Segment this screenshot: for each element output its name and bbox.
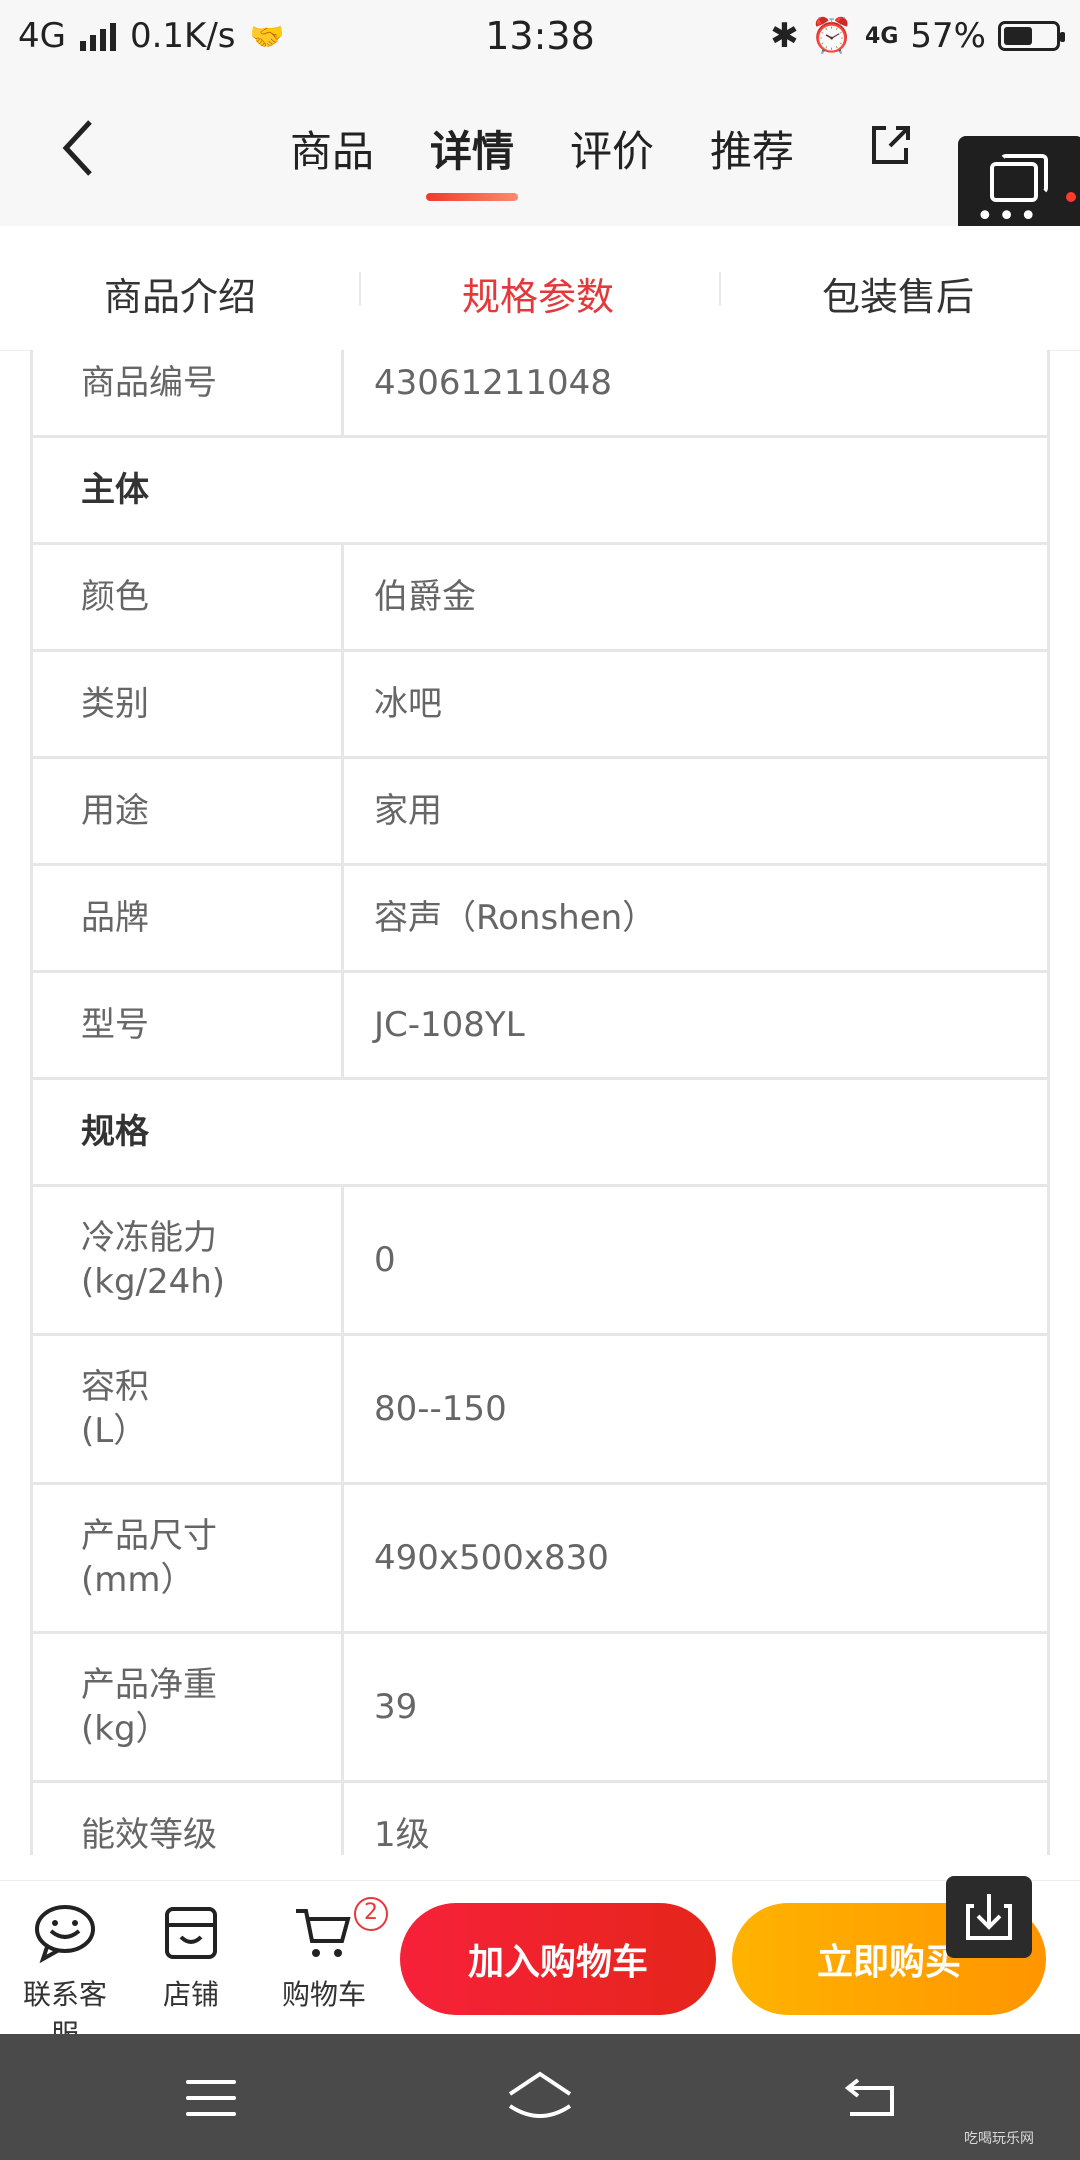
- spec-key-line1: 产品净重: [81, 1665, 217, 1705]
- spec-value: JC-108YL: [341, 970, 1050, 1080]
- tab-recommend[interactable]: 推荐: [710, 118, 794, 179]
- windows-icon-front: [990, 162, 1038, 202]
- table-row: 冷冻能力 (kg/24h) 0: [30, 1184, 1050, 1336]
- tab-detail[interactable]: 详情: [426, 118, 519, 201]
- spec-value: 39: [341, 1631, 1050, 1783]
- spec-value: 伯爵金: [341, 542, 1050, 652]
- spec-value: 冰吧: [341, 649, 1050, 759]
- tab-reviews[interactable]: 评价: [570, 118, 654, 179]
- tab-product[interactable]: 商品: [290, 118, 374, 179]
- table-row: 类别 冰吧: [30, 649, 1050, 759]
- spec-key: 用途: [30, 756, 344, 866]
- spec-value: 0: [341, 1184, 1050, 1336]
- spec-group-label: 主体: [30, 435, 1050, 545]
- spec-value: 家用: [341, 756, 1050, 866]
- spec-key: 冷冻能力 (kg/24h): [30, 1184, 344, 1336]
- status-bar: 4G 0.1K/s 🤝 13:38 ✱ ⏰ 4G 57%: [0, 0, 1080, 76]
- spec-key-line1: 产品尺寸: [81, 1516, 217, 1556]
- table-row: 产品净重 (kg） 39: [30, 1631, 1050, 1783]
- battery-icon: [998, 21, 1065, 51]
- store-button[interactable]: 店铺: [146, 1903, 236, 2013]
- bluetooth-icon: ✱: [770, 16, 799, 56]
- add-to-cart-button[interactable]: 加入购物车: [400, 1903, 716, 2015]
- contact-service-button[interactable]: 联系客服: [10, 1903, 120, 2053]
- sub-tabs: 商品介绍 规格参数 包装售后: [0, 226, 1080, 351]
- spec-value: 490x500x830: [341, 1482, 1050, 1634]
- table-row: 颜色 伯爵金: [30, 542, 1050, 652]
- system-back-icon[interactable]: [842, 2074, 898, 2120]
- table-row: 容积 (L） 80--150: [30, 1333, 1050, 1485]
- store-icon: [159, 1903, 223, 1963]
- table-row: 商品编号 43061211048: [30, 350, 1050, 438]
- chat-bubble-icon: [33, 1903, 97, 1964]
- network-type-2: 4G: [865, 23, 899, 49]
- battery-percent: 57%: [910, 16, 986, 56]
- table-row: 品牌 容声（Ronshen）: [30, 863, 1050, 973]
- download-icon: [966, 1894, 1012, 1940]
- spec-table: 商品编号 43061211048 主体 颜色 伯爵金 类别 冰吧 用途 家用 品…: [30, 350, 1050, 1855]
- subtab-after-sales[interactable]: 包装售后: [822, 266, 974, 321]
- spec-key-line2: (kg/24h): [81, 1262, 226, 1302]
- menu-icon[interactable]: [186, 2080, 236, 2128]
- spec-key: 商品编号: [30, 350, 344, 438]
- bottom-action-bar: 联系客服 店铺 2 购物车 加入购物车 立即购买: [0, 1880, 1080, 2051]
- divider: [359, 272, 361, 306]
- spec-key: 产品尺寸 (mm）: [30, 1482, 344, 1634]
- cart-count-badge: 2: [354, 1897, 388, 1931]
- spec-value: 80--150: [341, 1333, 1050, 1485]
- top-tabs: 商品 详情 评价 推荐: [290, 118, 794, 201]
- back-icon[interactable]: [58, 116, 98, 196]
- cart-label: 购物车: [281, 1978, 366, 2011]
- spec-value: 容声（Ronshen）: [341, 863, 1050, 973]
- home-icon[interactable]: [506, 2070, 574, 2124]
- cart-button[interactable]: 2 购物车: [274, 1897, 388, 2013]
- spec-group-label: 规格: [30, 1077, 1050, 1187]
- spec-group-row: 规格: [30, 1077, 1050, 1187]
- spec-key: 能效等级: [30, 1780, 344, 1855]
- spec-key: 产品净重 (kg）: [30, 1631, 344, 1783]
- spec-key-line1: 容积: [81, 1367, 149, 1407]
- spec-group-row: 主体: [30, 435, 1050, 545]
- header: 商品 详情 评价 推荐 •••: [0, 76, 1080, 248]
- table-row: 用途 家用: [30, 756, 1050, 866]
- spec-key-line2: (mm）: [81, 1560, 195, 1600]
- store-label: 店铺: [162, 1978, 219, 2011]
- download-floating-button[interactable]: [946, 1876, 1032, 1958]
- spec-key: 类别: [30, 649, 344, 759]
- spec-key: 品牌: [30, 863, 344, 973]
- watermark: 吃喝玩乐网: [964, 2131, 1034, 2147]
- spec-key-line1: 冷冻能力: [81, 1218, 217, 1258]
- spec-key: 颜色: [30, 542, 344, 652]
- spec-key-line2: (kg）: [81, 1709, 170, 1749]
- cart-icon: 2: [292, 1897, 388, 1963]
- table-row: 产品尺寸 (mm） 490x500x830: [30, 1482, 1050, 1634]
- spec-key: 容积 (L）: [30, 1333, 344, 1485]
- spec-key: 型号: [30, 970, 344, 1080]
- system-nav-bar: [0, 2034, 1080, 2160]
- alarm-icon: ⏰: [810, 16, 854, 56]
- divider: [719, 272, 721, 306]
- spec-value: 43061211048: [341, 350, 1050, 438]
- spec-key-line2: (L）: [81, 1411, 148, 1451]
- table-row: 能效等级 1级: [30, 1780, 1050, 1855]
- notification-dot: [1066, 192, 1076, 202]
- share-icon[interactable]: [866, 120, 914, 168]
- table-row: 型号 JC-108YL: [30, 970, 1050, 1080]
- subtab-intro[interactable]: 商品介绍: [104, 266, 256, 321]
- spec-value: 1级: [341, 1780, 1050, 1855]
- subtab-specs[interactable]: 规格参数: [462, 266, 614, 321]
